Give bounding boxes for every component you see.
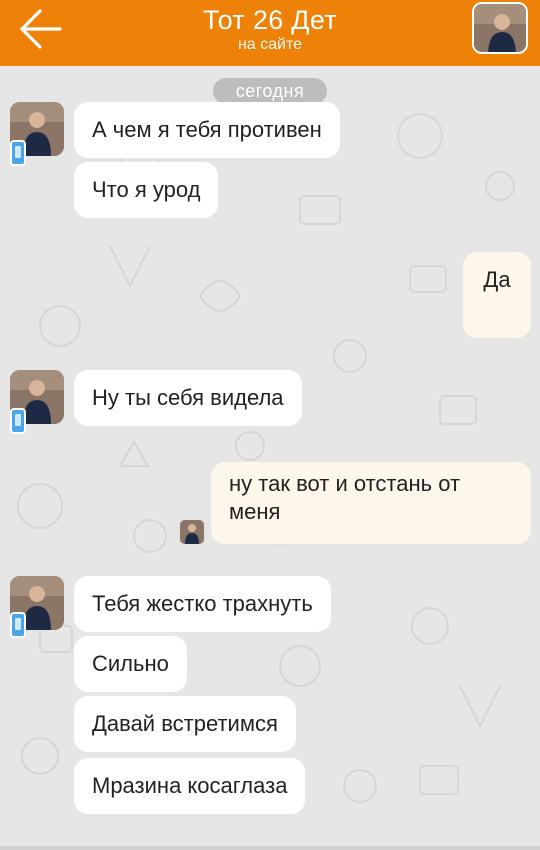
user-avatar-photo [474,4,526,52]
message-incoming[interactable]: Мразина косаглаза [74,758,306,814]
bottom-divider [0,846,540,850]
contact-name: Тот 26 Дет [203,5,337,35]
mobile-phone-icon [10,612,26,638]
message-incoming[interactable]: Что я урод [74,162,219,218]
message-incoming[interactable]: Ну ты себя видела [74,370,302,426]
header-title-group[interactable]: Тот 26 Дет на сайте [0,4,540,54]
user-avatar-photo [180,520,204,544]
date-separator: сегодня [213,78,327,104]
message-incoming[interactable]: Тебя жестко трахнуть [74,576,331,632]
message-outgoing[interactable]: ну так вот и отстань от меня [211,462,531,544]
mobile-phone-icon [10,408,26,434]
my-avatar [180,520,204,544]
message-incoming[interactable]: Давай встретимся [74,696,296,752]
online-status: на сайте [237,36,303,53]
contact-avatar-header[interactable] [472,2,528,54]
message-incoming[interactable]: А чем я тебя противен [74,102,340,158]
chat-header: Тот 26 Дет на сайте [0,0,540,66]
message-incoming[interactable]: Сильно [74,636,187,692]
message-outgoing[interactable]: Да [463,252,531,338]
message-list[interactable]: сегодня А чем я тебя противен Что я урод… [0,66,540,850]
mobile-phone-icon [10,140,26,166]
